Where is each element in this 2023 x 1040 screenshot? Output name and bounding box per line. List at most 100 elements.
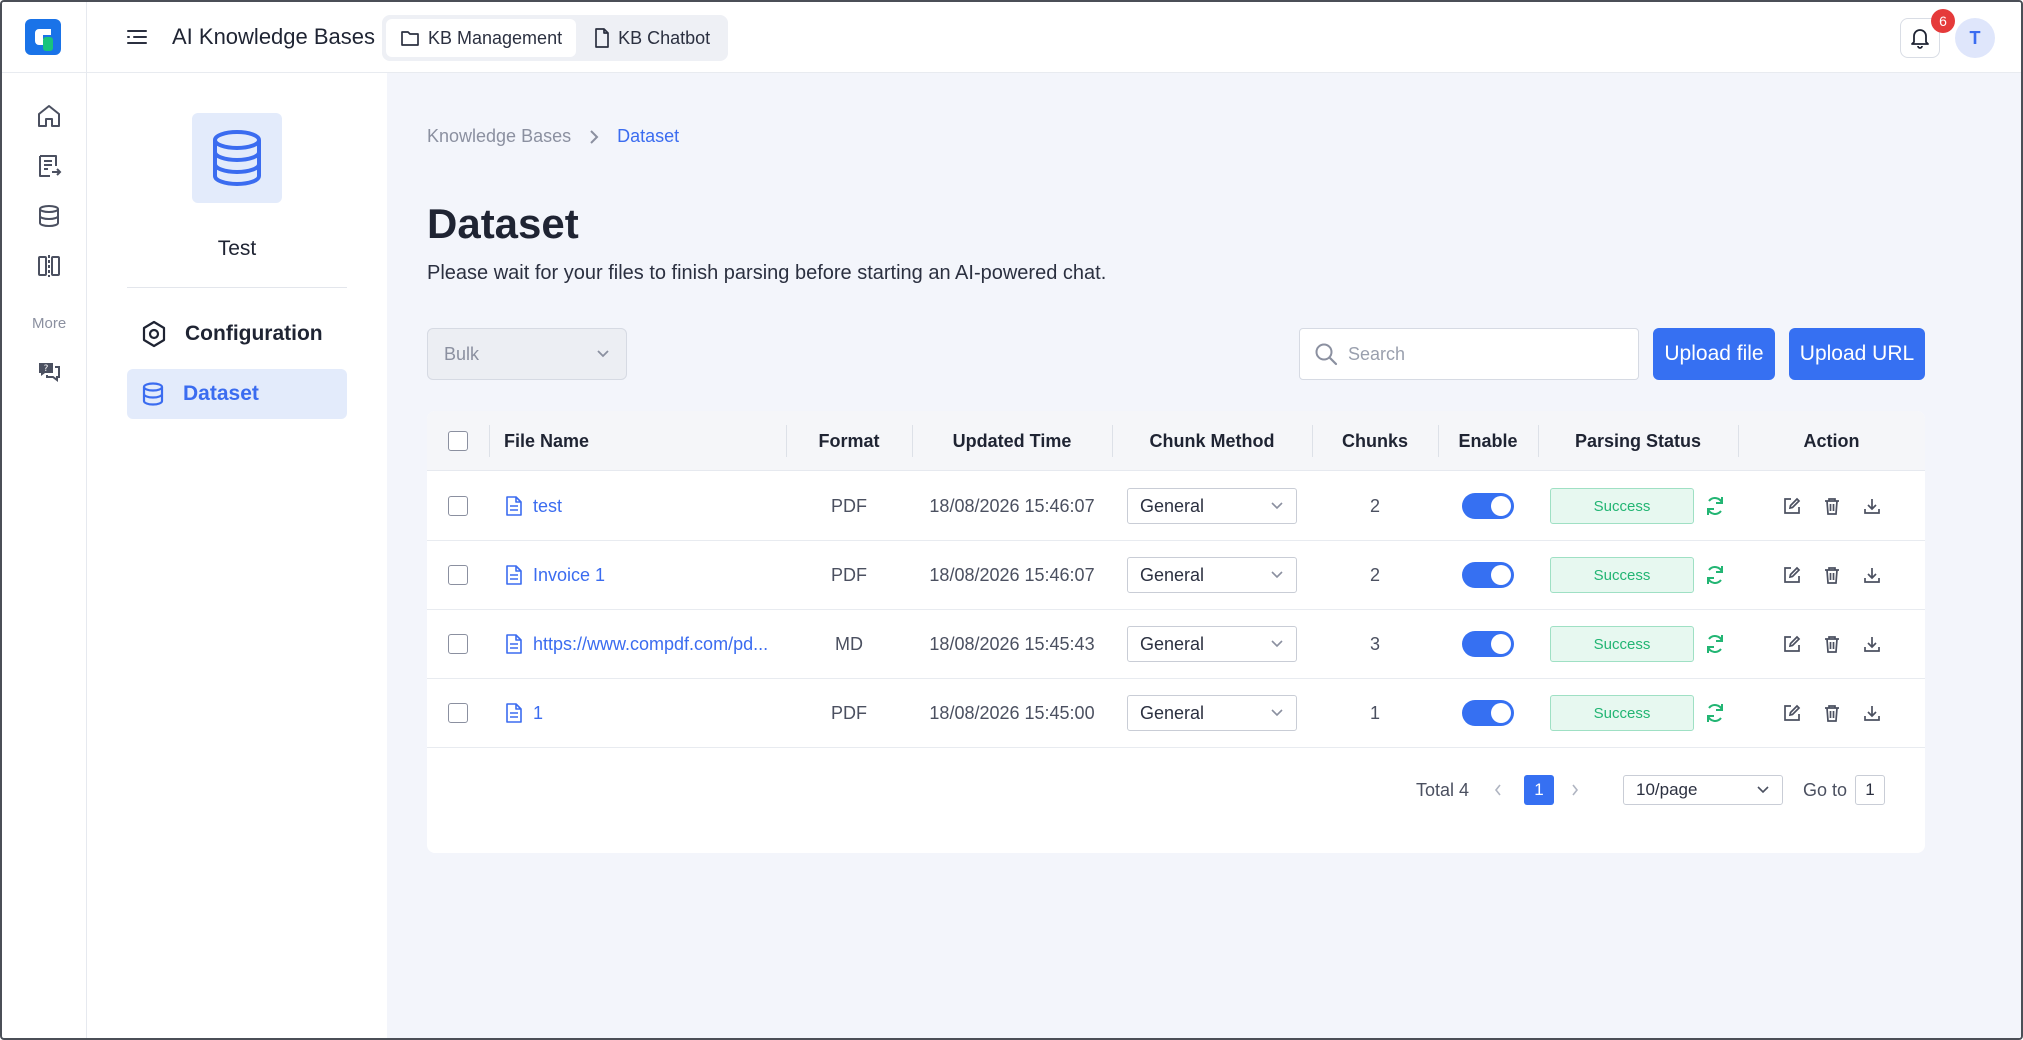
chunk-method-select[interactable]: General xyxy=(1127,695,1297,731)
prev-page-button[interactable] xyxy=(1493,775,1503,805)
upload-file-button[interactable]: Upload file xyxy=(1653,328,1775,380)
row-checkbox[interactable] xyxy=(448,703,468,723)
enable-toggle[interactable] xyxy=(1462,631,1514,657)
enable-toggle[interactable] xyxy=(1462,493,1514,519)
delete-button[interactable] xyxy=(1817,698,1847,728)
rail-database-button[interactable] xyxy=(32,199,66,233)
next-page-button[interactable] xyxy=(1570,775,1580,805)
goto-value: 1 xyxy=(1855,775,1885,805)
download-button[interactable] xyxy=(1857,698,1887,728)
app-window: AI Knowledge Bases KB Management KB Chat… xyxy=(0,0,2023,1040)
refresh-icon[interactable] xyxy=(1704,495,1726,517)
enable-toggle[interactable] xyxy=(1462,700,1514,726)
file-format: PDF xyxy=(831,564,867,585)
edit-button[interactable] xyxy=(1777,491,1807,521)
pagination-total: Total 4 xyxy=(1416,779,1470,800)
file-name-link[interactable]: Invoice 1 xyxy=(505,541,785,609)
notification-count-badge: 6 xyxy=(1931,9,1955,33)
updated-time: 18/08/2026 15:46:07 xyxy=(929,564,1095,585)
parsing-status-cell: Success xyxy=(1538,541,1738,609)
status-badge: Success xyxy=(1550,695,1694,731)
app-logo[interactable] xyxy=(25,19,61,55)
updated-time: 18/08/2026 15:46:07 xyxy=(929,495,1095,516)
column-header-enable[interactable]: Enable xyxy=(1438,411,1538,471)
edit-button[interactable] xyxy=(1777,560,1807,590)
kb-nav-configuration[interactable]: Configuration xyxy=(127,309,347,359)
upload-url-button[interactable]: Upload URL xyxy=(1789,328,1925,380)
file-name-link[interactable]: https://www.compdf.com/pd... xyxy=(505,610,785,678)
rail-compare-button[interactable] xyxy=(32,249,66,283)
delete-button[interactable] xyxy=(1817,560,1847,590)
column-header-chunk-method[interactable]: Chunk Method xyxy=(1112,411,1312,471)
delete-button[interactable] xyxy=(1817,491,1847,521)
app-title: AI Knowledge Bases xyxy=(172,24,376,49)
breadcrumb-current: Dataset xyxy=(617,126,680,146)
edit-icon xyxy=(1783,497,1800,514)
refresh-icon[interactable] xyxy=(1704,633,1726,655)
file-name-link[interactable]: 1 xyxy=(505,679,785,747)
tab-label: KB Chatbot xyxy=(618,27,711,48)
file-icon xyxy=(506,634,522,654)
kb-nav-dataset[interactable]: Dataset xyxy=(127,369,347,419)
edit-button[interactable] xyxy=(1777,629,1807,659)
tab-label: KB Management xyxy=(428,27,563,48)
page-button-current[interactable]: 1 xyxy=(1524,775,1554,805)
kb-name: Test xyxy=(217,237,257,260)
download-button[interactable] xyxy=(1857,491,1887,521)
column-header-chunks[interactable]: Chunks xyxy=(1312,411,1438,471)
page-size-box: 10/page xyxy=(1623,775,1783,805)
download-icon xyxy=(1863,499,1880,514)
chunk-method-select[interactable]: General xyxy=(1127,488,1297,524)
download-button[interactable] xyxy=(1857,560,1887,590)
row-checkbox[interactable] xyxy=(448,634,468,654)
chevron-down-icon xyxy=(1757,786,1769,794)
file-name: 1 xyxy=(533,702,544,723)
select-all-checkbox[interactable] xyxy=(448,431,468,451)
toggle-knob xyxy=(1491,703,1511,723)
chevron-down-icon xyxy=(1271,709,1283,717)
rail-home-button[interactable] xyxy=(32,99,66,133)
rail-help-button[interactable]: ? xyxy=(32,354,66,388)
edit-button[interactable] xyxy=(1777,698,1807,728)
file-name-link[interactable]: test xyxy=(505,472,785,540)
page-size-select[interactable]: 10/page xyxy=(1623,775,1783,805)
column-header-updated-time[interactable]: Updated Time xyxy=(912,411,1112,471)
column-separator xyxy=(489,425,490,457)
refresh-icon[interactable] xyxy=(1704,564,1726,586)
updated-time: 18/08/2026 15:45:43 xyxy=(929,633,1095,654)
refresh-icon[interactable] xyxy=(1704,702,1726,724)
breadcrumb-root[interactable]: Knowledge Bases xyxy=(427,126,571,147)
action-cell xyxy=(1738,610,1925,678)
row-select-cell xyxy=(427,472,489,540)
status-badge: Success xyxy=(1550,557,1694,593)
download-button[interactable] xyxy=(1857,629,1887,659)
column-header-format[interactable]: Format xyxy=(786,411,912,471)
search-field[interactable] xyxy=(1299,328,1639,380)
kb-avatar xyxy=(192,113,282,203)
delete-button[interactable] xyxy=(1817,629,1847,659)
document-export-icon xyxy=(39,155,62,177)
chunk-method-value: General xyxy=(1140,564,1205,585)
enable-toggle[interactable] xyxy=(1462,562,1514,588)
tab-kb-chatbot[interactable]: KB Chatbot xyxy=(580,19,724,57)
parsing-status-cell: Success xyxy=(1538,679,1738,747)
trash-icon xyxy=(1824,567,1839,584)
chunk-method-select[interactable]: General xyxy=(1127,626,1297,662)
chunk-method-cell: General xyxy=(1112,610,1312,678)
bulk-select[interactable]: Bulk xyxy=(427,328,627,380)
row-checkbox[interactable] xyxy=(448,565,468,585)
column-header-file-name[interactable]: File Name xyxy=(504,411,794,471)
rail-document-button[interactable] xyxy=(32,149,66,183)
goto-input[interactable]: 1 xyxy=(1855,775,1885,805)
menu-toggle-button[interactable] xyxy=(122,22,152,52)
user-avatar[interactable]: T xyxy=(1955,18,1995,58)
dataset-table: File Name Format Updated Time Chunk Meth… xyxy=(427,411,1925,853)
column-header-parsing-status[interactable]: Parsing Status xyxy=(1538,411,1738,471)
tab-kb-management[interactable]: KB Management xyxy=(386,19,577,57)
kb-sidebar: Test Configuration Dataset xyxy=(87,73,387,1038)
chunk-method-select[interactable]: General xyxy=(1127,557,1297,593)
file-icon xyxy=(506,703,522,723)
row-checkbox[interactable] xyxy=(448,496,468,516)
search-input[interactable] xyxy=(1348,343,1618,365)
top-tabs: KB Management KB Chatbot xyxy=(382,15,729,61)
